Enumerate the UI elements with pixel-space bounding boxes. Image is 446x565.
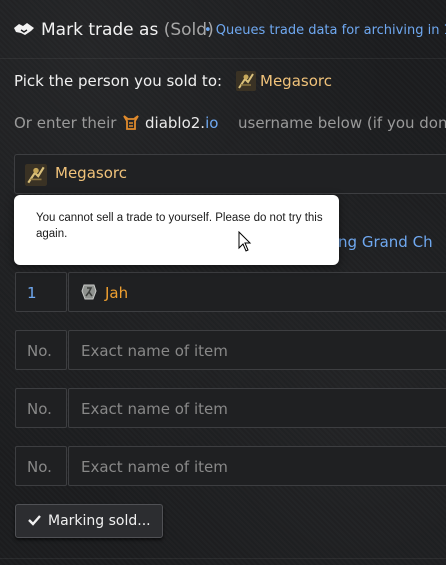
header-divider — [0, 58, 446, 59]
mark-sold-button[interactable]: Marking sold... — [15, 504, 163, 538]
buyer-prompt: Pick the person you sold to: Megasorc — [14, 71, 332, 91]
mark-sold-button-label: Marking sold... — [48, 513, 151, 529]
rune-icon — [81, 284, 97, 300]
item-name-input[interactable]: Exact name of item — [68, 446, 446, 486]
mark-sold-panel: Mark trade as (Sold) • Queues trade data… — [0, 0, 446, 565]
panel-header: Mark trade as (Sold) • Queues trade data… — [0, 0, 446, 60]
username-value: Megasorc — [55, 164, 127, 182]
item-name-input[interactable]: Exact name of item — [68, 388, 446, 428]
quantity-input[interactable]: No. — [15, 330, 67, 370]
panel-subtitle: • Queues trade data for archiving in 1 — [204, 23, 446, 38]
item-name-input[interactable]: Jah — [68, 272, 446, 312]
item-name-input[interactable]: Exact name of item — [68, 330, 446, 370]
check-icon — [28, 515, 41, 526]
error-tooltip-text: You cannot sell a trade to yourself. Ple… — [36, 212, 323, 240]
character-avatar-icon[interactable] — [236, 71, 256, 91]
character-avatar-icon — [25, 164, 47, 186]
error-tooltip: You cannot sell a trade to yourself. Ple… — [14, 195, 339, 265]
buyer-username-link[interactable]: Megasorc — [260, 72, 332, 90]
manual-entry-prefix: Or enter their — [14, 114, 117, 132]
manual-entry-suffix: username below (if you don't — [238, 114, 446, 132]
manual-entry-hint: Or enter their diablo2.io username below… — [14, 114, 446, 132]
item-row: 1 Jah — [15, 272, 446, 312]
username-input[interactable]: Megasorc — [14, 154, 446, 194]
item-row: No. Exact name of item — [15, 446, 446, 486]
panel-title: Mark trade as (Sold) — [41, 20, 214, 40]
handshake-icon — [14, 23, 34, 35]
quantity-input[interactable]: No. — [15, 446, 67, 486]
quantity-input[interactable]: No. — [15, 388, 67, 428]
item-row: No. Exact name of item — [15, 330, 446, 370]
horned-helm-icon — [123, 115, 139, 130]
quantity-input[interactable]: 1 — [15, 272, 67, 312]
bottom-divider — [0, 558, 446, 559]
item-row: No. Exact name of item — [15, 388, 446, 428]
buyer-prompt-label: Pick the person you sold to: — [14, 72, 223, 90]
site-name: diablo2.io — [145, 114, 219, 132]
mouse-cursor-icon — [238, 231, 252, 252]
